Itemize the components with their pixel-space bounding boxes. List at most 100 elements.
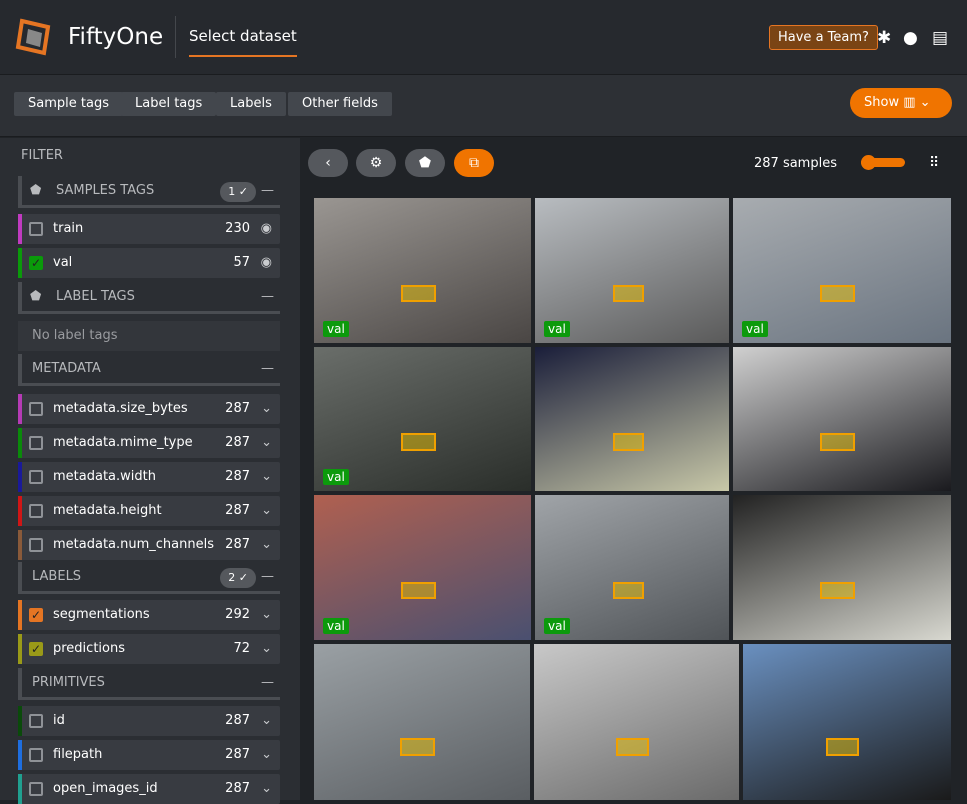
checkbox[interactable] [29,748,43,762]
detection-box [400,433,436,451]
settings-gear-icon[interactable]: ⚙ [356,149,396,177]
chevron-down-icon[interactable]: ⌄ [261,634,272,664]
collapse-icon[interactable]: — [261,668,274,698]
section-header[interactable]: ⬟ LABEL TAGS — [18,282,280,314]
field-label: id [53,713,65,728]
tag-badge: val [323,321,349,337]
sample-tile[interactable] [733,495,951,640]
color-bar [18,248,22,278]
label-tags-button[interactable]: Label tags [121,92,217,116]
filter-row[interactable]: ✓ segmentations 292 ⌄ [18,600,280,630]
detection-box [400,737,435,757]
selection-patches-button[interactable]: ⧉ [454,149,494,177]
checkbox[interactable] [29,402,43,416]
sample-tile[interactable]: val [314,495,531,640]
dataset-selector[interactable]: Select dataset [189,27,297,57]
collapse-icon[interactable]: — [261,176,274,206]
detection-box [820,433,856,451]
chevron-down-icon[interactable]: ⌄ [261,600,272,630]
sample-tile[interactable]: val [314,198,531,343]
checkbox[interactable] [29,714,43,728]
section-title: SAMPLES TAGS [56,183,155,198]
field-label: val [53,255,73,270]
filter-row[interactable]: metadata.height 287 ⌄ [18,496,280,526]
checkbox[interactable] [29,436,43,450]
detection-box [612,285,644,303]
toolbar: Sample tags Label tags Labels Other fiel… [0,75,967,137]
sample-tags-button[interactable]: Sample tags [14,92,123,116]
checkbox[interactable] [29,504,43,518]
field-count: 287 [225,435,250,450]
tag-badge: val [323,469,349,485]
chevron-down-icon[interactable]: ⌄ [261,462,272,492]
section-header[interactable]: LABELS 2 ✓ — [18,562,280,594]
other-fields-button[interactable]: Other fields [288,92,392,116]
grid-icon[interactable]: ⠿ [929,155,939,171]
show-button[interactable]: Show ▥ ⌄ [850,88,952,118]
filter-row[interactable]: metadata.width 287 ⌄ [18,462,280,492]
checkbox[interactable] [29,782,43,796]
filter-row[interactable]: metadata.size_bytes 287 ⌄ [18,394,280,424]
have-a-team-button[interactable]: Have a Team? [769,25,878,50]
field-count: 287 [225,469,250,484]
checkbox[interactable] [29,538,43,552]
field-count: 287 [225,537,250,552]
filter-title: FILTER [21,148,63,163]
checkbox[interactable] [29,222,43,236]
filter-row[interactable]: ✓ val 57 ◉ [18,248,280,278]
collapse-icon[interactable]: — [261,282,274,312]
sample-tile[interactable] [534,644,739,800]
sample-tile[interactable]: val [733,198,951,343]
eye-icon[interactable]: ◉ [261,248,272,278]
chevron-down-icon[interactable]: ⌄ [261,740,272,770]
checkbox[interactable] [29,470,43,484]
sample-tile[interactable]: val [535,495,729,640]
sample-tile[interactable] [743,644,951,800]
color-bar [18,462,22,492]
tag-button[interactable]: ⬟ [405,149,445,177]
tag-badge: val [544,618,570,634]
color-bar [18,600,22,630]
chevron-down-icon[interactable]: ⌄ [261,706,272,736]
color-bar [18,634,22,664]
color-bar [18,394,22,424]
filter-row[interactable]: filepath 287 ⌄ [18,740,280,770]
chevron-down-icon[interactable]: ⌄ [261,530,272,560]
checkbox[interactable]: ✓ [29,608,43,622]
back-button[interactable]: ‹ [308,149,348,177]
section-header[interactable]: PRIMITIVES — [18,668,280,700]
detection-box [612,433,644,451]
detection-box [400,285,436,303]
checkbox[interactable]: ✓ [29,642,43,656]
labels-button[interactable]: Labels [216,92,286,116]
chevron-down-icon[interactable]: ⌄ [261,428,272,458]
slack-icon[interactable]: ✱ [877,28,891,48]
filter-row[interactable]: train 230 ◉ [18,214,280,244]
sample-tile[interactable] [733,347,951,491]
filter-row[interactable]: metadata.num_channels 287 ⌄ [18,530,280,560]
collapse-icon[interactable]: — [261,354,274,384]
collapse-icon[interactable]: — [261,562,274,592]
selected-count-badge[interactable]: 1 ✓ [220,182,256,202]
section-header[interactable]: METADATA — [18,354,280,386]
sample-tile[interactable] [535,347,729,491]
chevron-down-icon[interactable]: ⌄ [261,394,272,424]
sample-tile[interactable] [314,644,530,800]
filter-row[interactable]: metadata.mime_type 287 ⌄ [18,428,280,458]
color-bar [18,530,22,560]
filter-row[interactable]: ✓ predictions 72 ⌄ [18,634,280,664]
zoom-slider[interactable] [861,155,905,170]
chevron-down-icon: ⌄ [919,95,931,110]
filter-row[interactable]: id 287 ⌄ [18,706,280,736]
checkbox[interactable]: ✓ [29,256,43,270]
sample-tile[interactable]: val [314,347,531,491]
chevron-down-icon[interactable]: ⌄ [261,496,272,526]
sample-tile[interactable]: val [535,198,729,343]
field-count: 287 [225,503,250,518]
section-header[interactable]: ⬟ SAMPLES TAGS 1 ✓ — [18,176,280,208]
tag-badge: val [544,321,570,337]
docs-book-icon[interactable]: ▤ [932,28,948,48]
selected-count-badge[interactable]: 2 ✓ [220,568,256,588]
github-icon[interactable]: ● [903,28,918,48]
eye-icon[interactable]: ◉ [261,214,272,244]
